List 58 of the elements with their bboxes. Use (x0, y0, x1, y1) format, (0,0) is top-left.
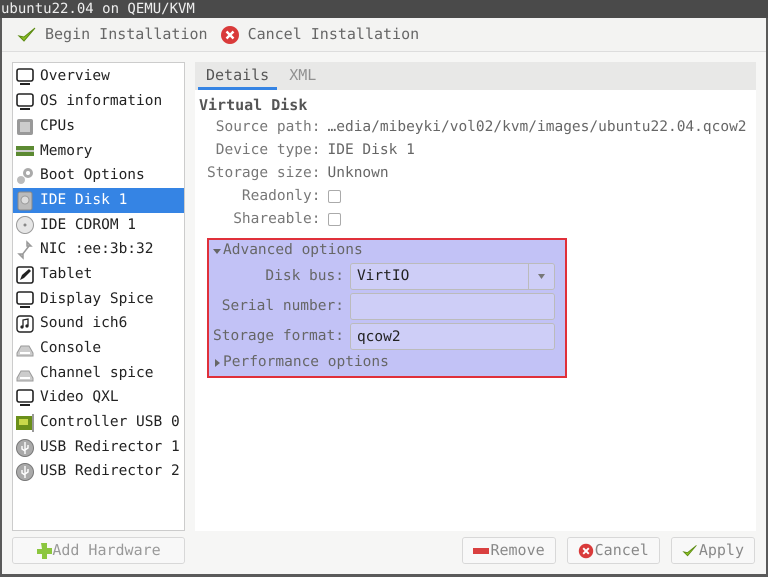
hardware-item[interactable]: CPUs (13, 114, 184, 140)
hardware-item[interactable]: Channel spice (13, 361, 184, 386)
section-title: Virtual Disk (199, 95, 308, 116)
field-label: Disk bus: (264, 266, 344, 286)
hardware-item[interactable]: OS information (13, 90, 184, 114)
input-field[interactable] (350, 293, 555, 320)
monitor-icon (15, 92, 35, 112)
hardware-item[interactable]: IDE CDROM 1 (13, 213, 184, 238)
field-label: Shareable: (232, 210, 320, 229)
hardware-item[interactable]: Controller USB 0 (13, 410, 184, 436)
hardware-item[interactable]: Memory (13, 139, 184, 164)
usb-icon (15, 462, 35, 482)
tablet-pen-icon (15, 264, 35, 285)
hardware-item[interactable]: Display Spice (13, 287, 184, 312)
disk-bus-dropdown[interactable]: VirtIO (350, 263, 555, 290)
hardware-item[interactable]: IDE Disk 1 (13, 188, 184, 214)
checkmark-icon (17, 24, 37, 44)
arrows-icon (15, 240, 35, 260)
hardware-item[interactable]: Video QXL (13, 386, 184, 411)
field-label: Device type: (214, 141, 320, 160)
hardware-item[interactable]: Console (13, 336, 184, 362)
music-note-icon (15, 314, 35, 334)
checkmark-icon (682, 542, 698, 558)
checkbox[interactable] (328, 213, 340, 226)
usb-icon (15, 438, 35, 458)
field-value: …edia/mibeyki/vol02/kvm/images/ubuntu22.04.qcow2 (328, 118, 747, 137)
hardware-item[interactable]: Sound ich6 (13, 312, 184, 337)
monitor-icon (15, 290, 35, 310)
monitor-icon (15, 388, 35, 408)
window-title: ubuntu22.04 on QEMU/KVM (0, 0, 768, 18)
hardware-item[interactable]: USB Redirector 2 (13, 460, 184, 485)
card-icon (15, 412, 35, 433)
hardware-item[interactable]: Boot Options (13, 164, 184, 188)
field-label: Readonly: (240, 187, 320, 206)
disc-icon (15, 215, 35, 236)
hardware-item[interactable]: Overview (13, 65, 184, 90)
close-icon (578, 542, 594, 558)
toolbar-button[interactable]: Cancel Installation (218, 23, 420, 46)
field-label: Serial number: (220, 296, 344, 316)
hardware-item[interactable]: NIC :ee:3b:32 (13, 238, 184, 262)
field-label: Storage size: (207, 164, 320, 183)
field-label: Source path: (214, 118, 320, 137)
field-label: Storage format: (213, 326, 344, 346)
input-field[interactable]: qcow2 (350, 323, 555, 350)
caret-icon (538, 274, 545, 279)
minus-icon (473, 546, 490, 554)
checkbox[interactable] (328, 190, 340, 203)
close-icon (220, 24, 240, 44)
field-value: IDE Disk 1 (328, 140, 415, 160)
monitor-icon (15, 67, 35, 88)
hardware-item[interactable]: USB Redirector 1 (13, 435, 184, 460)
field-value: Unknown (328, 164, 389, 183)
toolbar-button[interactable]: Begin Installation (16, 23, 209, 46)
expander-arrow-icon (213, 359, 221, 367)
hardware-item[interactable]: Tablet (13, 262, 184, 288)
plus-icon (36, 542, 52, 558)
expander-arrow-icon (213, 247, 221, 255)
chip-icon (15, 116, 35, 137)
